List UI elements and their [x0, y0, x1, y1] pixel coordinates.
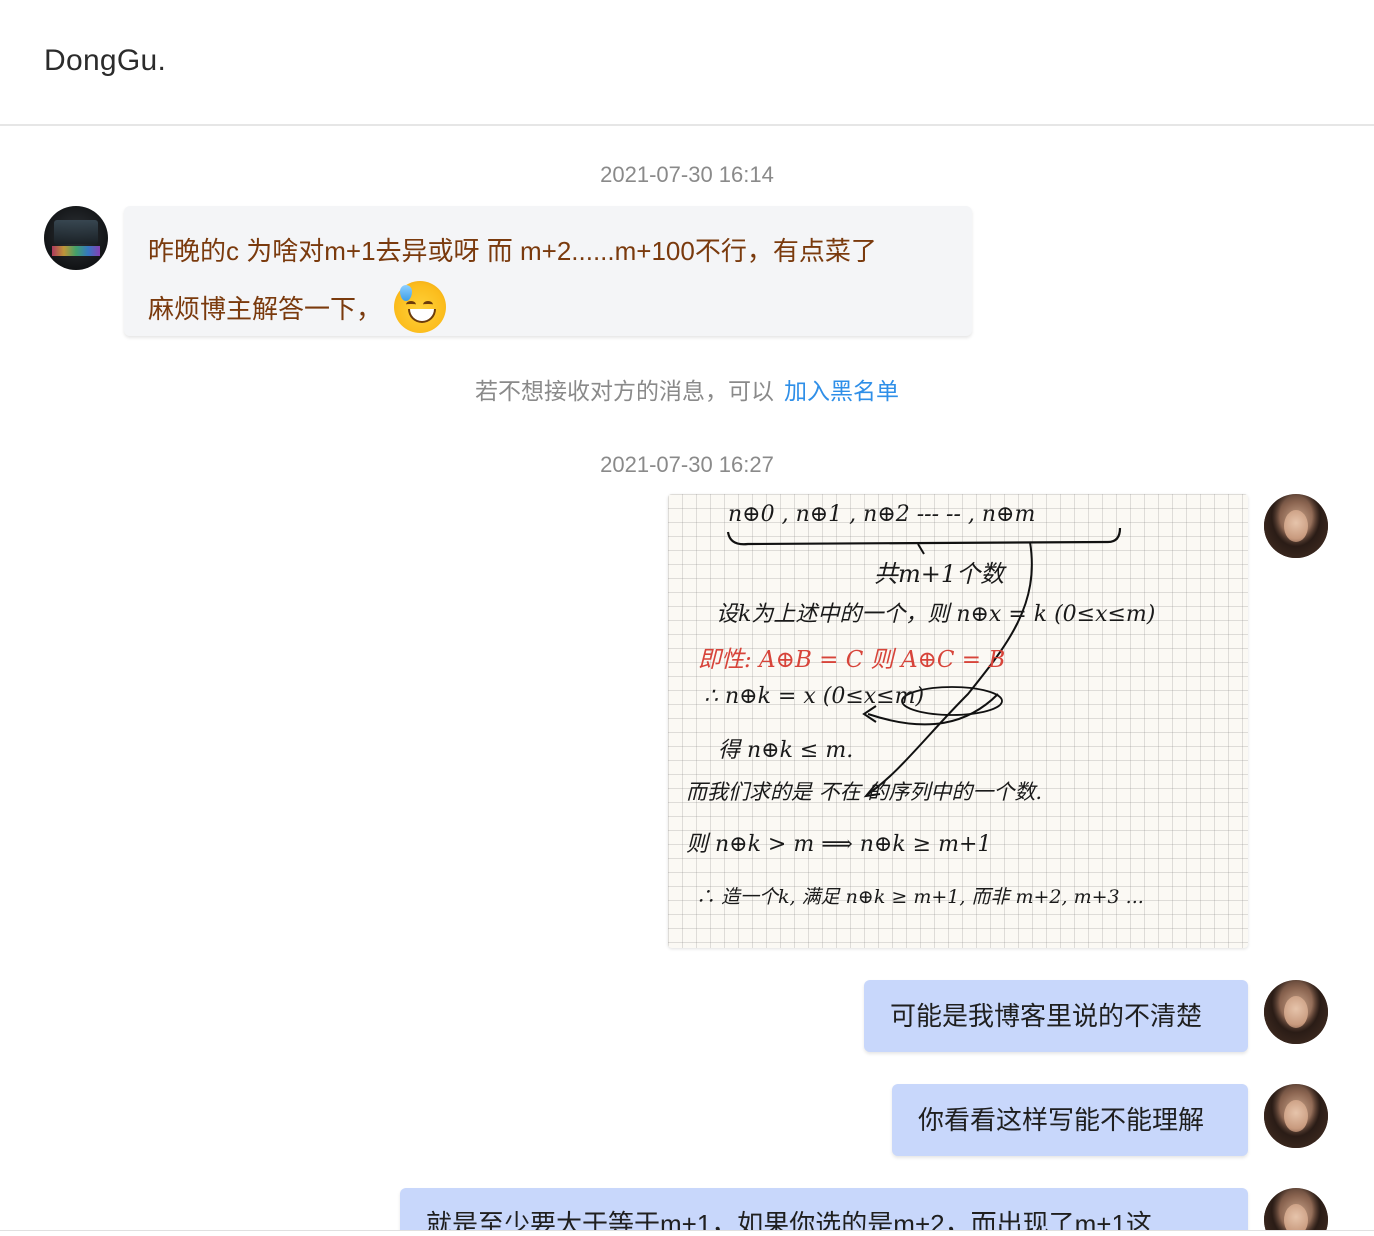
outgoing-message[interactable]: 可能是我博客里说的不清楚: [864, 980, 1248, 1052]
message-text: 麻烦博主解答一下，: [148, 294, 383, 324]
outgoing-message[interactable]: 你看看这样写能不能理解: [892, 1084, 1248, 1156]
chat-area[interactable]: 2021-07-30 16:14 昨晚的c 为啥对m+1去异或呀 而 m+2..…: [0, 126, 1374, 1230]
avatar-keyboard: [52, 246, 100, 256]
block-notice: 若不想接收对方的消息，可以 加入黑名单: [0, 372, 1374, 406]
bottom-divider: [0, 1230, 1374, 1231]
sweat-smile-emoji-icon: [394, 281, 447, 334]
message-line: 麻烦博主解答一下，: [148, 280, 948, 338]
timestamp: 2021-07-30 16:27: [600, 452, 774, 477]
note-line: 得 n⊕k ≤ m.: [718, 738, 854, 763]
avatar-image: [54, 220, 98, 244]
note-line: 则 n⊕k > m ⟹ n⊕k ≥ m+1: [686, 832, 992, 857]
note-line-red: 即性: A⊕B = C 则 A⊕C = B: [698, 647, 1006, 673]
my-avatar[interactable]: [1264, 1084, 1328, 1148]
note-line: 共m+1个数: [874, 560, 1005, 588]
image-message[interactable]: n⊕0 , n⊕1 , n⊕2 --- -- , n⊕m 共m+1个数 设k为上…: [668, 494, 1248, 948]
note-line: 设k为上述中的一个，则 n⊕x = k (0≤x≤m): [716, 602, 1156, 627]
note-line: ∴ 造一个k, 满足 n⊕k ≥ m+1, 而非 m+2, m+3 ...: [696, 886, 1144, 908]
incoming-message[interactable]: 昨晚的c 为啥对m+1去异或呀 而 m+2......m+100不行，有点菜了 …: [124, 206, 972, 336]
notice-text: 若不想接收对方的消息，可以: [475, 378, 774, 404]
chat-header: DongGu.: [0, 0, 1374, 126]
note-line: ∴ n⊕k = x (0≤x≤m): [704, 684, 925, 709]
message-line: 昨晚的c 为啥对m+1去异或呀 而 m+2......m+100不行，有点菜了: [148, 236, 877, 266]
my-avatar[interactable]: [1264, 1188, 1328, 1230]
add-to-blacklist-link[interactable]: 加入黑名单: [784, 378, 899, 404]
contact-name: DongGu.: [44, 44, 167, 77]
contact-avatar[interactable]: [44, 206, 108, 270]
outgoing-message[interactable]: 就是至少要大于等于m+1，如果你选的是m+2，而出现了m+1这: [400, 1188, 1248, 1230]
note-line: 而我们求的是 不在 的序列中的一个数.: [686, 780, 1043, 804]
my-avatar[interactable]: [1264, 494, 1328, 558]
timestamp: 2021-07-30 16:14: [600, 162, 774, 187]
note-line: n⊕0 , n⊕1 , n⊕2 --- -- , n⊕m: [728, 502, 1036, 527]
my-avatar[interactable]: [1264, 980, 1328, 1044]
